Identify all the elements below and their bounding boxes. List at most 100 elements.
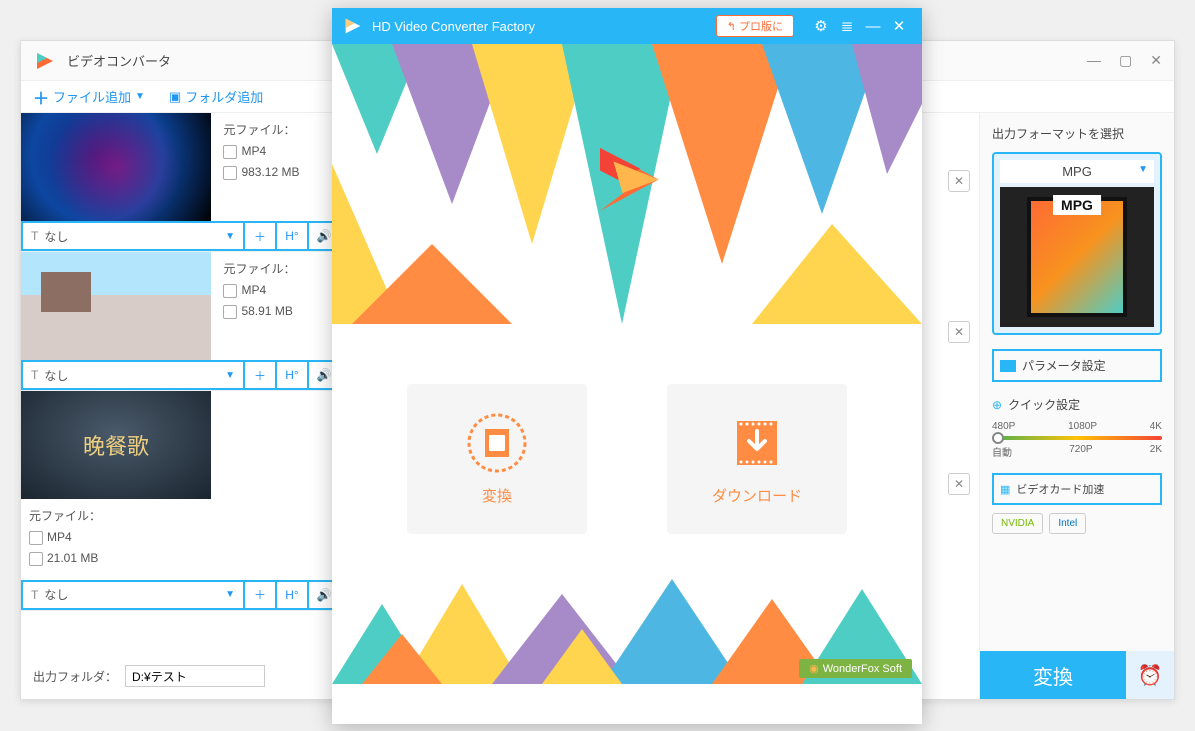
subtitle-dropdown[interactable]: T なし ▼ [23,362,243,388]
slider-track[interactable] [992,436,1162,440]
brand-label: WonderFox Soft [823,663,902,675]
convert-card-label: 変換 [482,485,512,506]
file-controls: T なし ▼ ＋ H° 🔊 [21,221,341,251]
app-logo-icon [342,15,364,37]
quality-tick: 2K [1150,444,1162,459]
remove-file-button[interactable]: ✕ [948,473,970,495]
size-icon [29,552,43,566]
launcher-title: HD Video Converter Factory [372,19,716,34]
quick-settings-title: クイック設定 [992,396,1162,413]
file-format: MP4 [241,144,266,158]
video-thumbnail[interactable]: 晚餐歌 [21,391,211,499]
add-subtitle-button[interactable]: ＋ [245,223,275,249]
format-selector[interactable]: MPG ▼ MPG [992,152,1162,335]
video-thumbnail[interactable] [21,252,211,360]
add-subtitle-button[interactable]: ＋ [245,582,275,608]
folder-icon: ▣ [169,89,181,105]
quality-labels-bottom: 自動 720P 2K [992,444,1162,459]
remove-file-button[interactable]: ✕ [948,321,970,343]
maximize-button[interactable]: ▢ [1119,52,1132,69]
upgrade-arrow-icon: ↰ [727,20,736,33]
file-size: 58.91 MB [241,304,292,318]
quick-settings: クイック設定 480P 1080P 4K 自動 720P 2K [992,396,1162,459]
film-strip-icon [1027,197,1127,317]
subtitle-value: なし [44,228,68,245]
nvidia-badge: NVIDIA [992,513,1043,534]
footer-banner: WonderFox Soft [332,574,922,684]
subtitle-dropdown[interactable]: T なし ▼ [23,223,243,249]
remove-file-button[interactable]: ✕ [948,170,970,192]
format-icon [29,531,43,545]
chevron-down-icon: ▼ [225,370,235,381]
plus-icon: ＋ [33,85,49,109]
format-preview: MPG [1000,187,1154,327]
size-icon [223,166,237,180]
file-size: 983.12 MB [241,165,299,179]
file-info: 元ファイル： MP4 58.91 MB [215,252,303,333]
convert-button[interactable]: 変換 [980,651,1126,699]
file-item: 元ファイル： MP4 983.12 MB T なし ▼ ＋ H° 🔊 [21,113,341,252]
hero-banner [332,44,922,324]
chevron-down-icon: ▼ [225,231,235,242]
convert-icon [467,413,527,473]
close-button[interactable]: ✕ [886,17,912,35]
window-controls: — ▢ ✕ [1087,52,1162,69]
subtitle-dropdown[interactable]: T なし ▼ [23,582,243,608]
output-format-title: 出力フォーマットを選択 [992,125,1162,142]
slider-thumb[interactable] [992,432,1004,444]
settings-button[interactable]: ⚙ [808,17,834,35]
gpu-badges: NVIDIA Intel [992,513,1162,534]
hardsub-button[interactable]: H° [277,223,307,249]
format-icon [223,284,237,298]
quality-tick: 自動 [992,444,1012,459]
gpu-accel-label: ビデオカード加速 [1016,481,1104,497]
hardsub-button[interactable]: H° [277,582,307,608]
tasks-button[interactable]: ≣ [834,17,860,35]
launcher-window: HD Video Converter Factory ↰ プロ版に ⚙ ≣ — … [332,8,922,724]
chevron-down-icon: ▼ [135,91,145,102]
upgrade-pro-button[interactable]: ↰ プロ版に [716,15,794,37]
quality-slider[interactable]: 480P 1080P 4K 自動 720P 2K [992,421,1162,459]
minimize-button[interactable]: — [860,18,886,35]
format-name: MPG [1062,164,1092,179]
brand-badge: WonderFox Soft [799,659,912,678]
action-cards: 変換 ダウンロード [332,324,922,574]
output-folder-row: 出力フォルダ： [33,665,265,687]
parameter-settings-button[interactable]: パラメータ設定 [992,349,1162,382]
video-thumbnail[interactable] [21,113,211,221]
file-item: 晚餐歌 元ファイル： MP4 21.01 MB T なし ▼ ＋ H° 🔊 [21,391,341,611]
gpu-acceleration-button[interactable]: ビデオカード加速 [992,473,1162,505]
source-file-label: 元ファイル： [223,260,295,277]
file-size: 21.01 MB [47,551,98,565]
parameter-settings-label: パラメータ設定 [1022,357,1106,374]
add-file-button[interactable]: ＋ ファイル追加 ▼ [33,85,145,109]
source-file-label: 元ファイル： [223,121,299,138]
size-icon [223,305,237,319]
subtitle-value: なし [44,586,68,603]
close-button[interactable]: ✕ [1150,52,1162,69]
quality-labels-top: 480P 1080P 4K [992,421,1162,432]
hardsub-button[interactable]: H° [277,362,307,388]
subtitle-value: なし [44,367,68,384]
add-folder-button[interactable]: ▣ フォルダ追加 [169,87,263,106]
play-logo-icon [582,135,672,225]
sliders-icon [1000,360,1016,372]
intel-badge: Intel [1049,513,1086,534]
format-badge: MPG [1053,195,1101,215]
file-format: MP4 [241,283,266,297]
output-folder-input[interactable] [125,665,265,687]
schedule-button[interactable]: ⏰ [1126,651,1174,699]
format-dropdown[interactable]: MPG ▼ [1000,160,1154,183]
add-subtitle-button[interactable]: ＋ [245,362,275,388]
quality-tick: 720P [1069,444,1092,459]
upgrade-pro-label: プロ版に [739,18,783,34]
add-folder-label: フォルダ追加 [185,87,263,106]
download-card[interactable]: ダウンロード [667,384,847,534]
chevron-down-icon: ▼ [225,589,235,600]
quality-tick: 1080P [1068,421,1097,432]
quality-tick: 4K [1150,421,1162,432]
output-folder-label: 出力フォルダ： [33,668,117,685]
minimize-button[interactable]: — [1087,52,1101,69]
convert-card[interactable]: 変換 [407,384,587,534]
file-item: 元ファイル： MP4 58.91 MB T なし ▼ ＋ H° 🔊 [21,252,341,391]
